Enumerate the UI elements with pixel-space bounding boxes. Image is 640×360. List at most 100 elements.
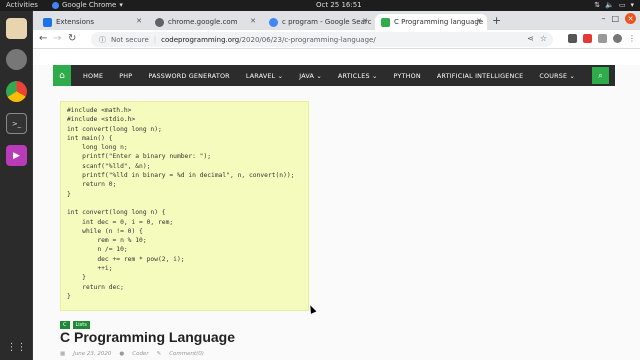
category-badge-lists[interactable]: Lists bbox=[72, 321, 90, 329]
url-text[interactable]: codeprogramming.org/2020/06/23/c-program… bbox=[161, 36, 376, 44]
reload-button[interactable]: ↻ bbox=[68, 33, 76, 44]
post-meta: ▦ June 23, 2020 ● Coder ✎ Comment(0) bbox=[60, 351, 204, 357]
clock[interactable]: Oct 25 16:51 bbox=[316, 1, 362, 9]
omnibox-actions: ⋖ ☆ bbox=[527, 34, 547, 43]
close-window-button[interactable]: ✕ bbox=[625, 13, 636, 24]
tab-label: Extensions bbox=[56, 18, 95, 26]
chrome-icon[interactable] bbox=[6, 81, 27, 102]
close-icon[interactable]: ✕ bbox=[136, 17, 142, 25]
address-bar[interactable]: ⓘ Not secure | codeprogramming.org/2020/… bbox=[91, 32, 553, 47]
close-icon[interactable]: ✕ bbox=[362, 17, 368, 25]
user-icon: ● bbox=[119, 351, 125, 357]
window-controls: – □ ✕ bbox=[601, 13, 636, 24]
chrome-small-icon bbox=[52, 1, 59, 9]
show-apps-icon[interactable]: ⋮⋮ bbox=[6, 337, 27, 358]
post-author[interactable]: Coder bbox=[132, 351, 148, 357]
dock: >_ ▶ ⋮⋮ bbox=[0, 11, 33, 360]
url-host: codeprogramming.org bbox=[161, 35, 240, 44]
code-line: int dec = 0, i = 0, rem; bbox=[67, 218, 174, 226]
app-name-label: Google Chrome bbox=[62, 1, 117, 9]
settings-icon[interactable] bbox=[6, 49, 27, 70]
code-line: printf("Enter a binary number: "); bbox=[67, 153, 212, 161]
forward-button[interactable]: → bbox=[53, 33, 61, 44]
menu-kebab-icon[interactable]: ⋮ bbox=[628, 34, 636, 43]
google-icon bbox=[269, 17, 278, 27]
site-icon bbox=[381, 17, 390, 27]
nav-password-generator[interactable]: PASSWORD GENERATOR bbox=[140, 72, 238, 80]
browser-toolbar: ← → ↻ ⓘ Not secure | codeprogramming.org… bbox=[33, 30, 640, 49]
calendar-icon: ▦ bbox=[60, 351, 66, 357]
files-icon[interactable] bbox=[6, 18, 27, 39]
code-line: while (n != 0) { bbox=[67, 227, 143, 235]
globe-icon bbox=[155, 17, 164, 27]
share-icon[interactable]: ⋖ bbox=[527, 34, 534, 43]
nav-items: HOME PHP PASSWORD GENERATOR LARAVEL ⌄ JA… bbox=[75, 72, 583, 80]
tab-c-programming[interactable]: C Programming language ✕ bbox=[375, 14, 487, 30]
category-badge-c[interactable]: C bbox=[60, 321, 70, 329]
bookmark-star-icon[interactable]: ☆ bbox=[540, 34, 547, 43]
code-line: ++i; bbox=[67, 265, 113, 273]
post-date[interactable]: June 23, 2020 bbox=[73, 351, 111, 357]
system-tray[interactable]: ⇅ 🔈 ▭ ▾ bbox=[594, 1, 634, 9]
minimize-button[interactable]: – bbox=[601, 14, 605, 23]
nav-java[interactable]: JAVA ⌄ bbox=[291, 72, 330, 80]
page-content: ⌂ HOME PHP PASSWORD GENERATOR LARAVEL ⌄ … bbox=[33, 49, 640, 360]
post-comments[interactable]: Comment(0) bbox=[169, 351, 204, 357]
code-line: dec += rem * pow(2, i); bbox=[67, 255, 185, 263]
code-line: } bbox=[67, 292, 71, 300]
puzzle-icon[interactable] bbox=[598, 34, 607, 43]
code-line: return dec; bbox=[67, 283, 124, 291]
code-line: #include <stdio.h> bbox=[67, 116, 136, 124]
tab-strip: Extensions ✕ chrome.google.com ✕ c progr… bbox=[33, 11, 640, 30]
tab-label: C Programming language bbox=[394, 18, 484, 26]
code-block: #include <math.h> #include <stdio.h> int c… bbox=[60, 101, 309, 311]
activities-button[interactable]: Activities bbox=[6, 1, 38, 9]
extension-icon[interactable] bbox=[583, 34, 592, 43]
home-icon[interactable]: ⌂ bbox=[53, 65, 71, 86]
nav-articles[interactable]: ARTICLES ⌄ bbox=[330, 72, 386, 80]
category-badges: C Lists bbox=[60, 321, 90, 329]
code-line: int main() { bbox=[67, 134, 113, 142]
system-top-bar: Activities Google Chrome ▾ Oct 25 16:51 … bbox=[0, 0, 640, 11]
extension-icon[interactable] bbox=[568, 34, 577, 43]
nav-home[interactable]: HOME bbox=[75, 72, 111, 80]
nav-laravel[interactable]: LARAVEL ⌄ bbox=[238, 72, 291, 80]
code-line: scanf("%lld", &n); bbox=[67, 162, 151, 170]
media-player-icon[interactable]: ▶ bbox=[6, 145, 27, 166]
terminal-icon[interactable]: >_ bbox=[6, 113, 27, 134]
search-icon[interactable]: ⌕ bbox=[592, 67, 609, 84]
code-line: int convert(long long n) { bbox=[67, 209, 166, 217]
back-button[interactable]: ← bbox=[39, 33, 47, 44]
puzzle-icon bbox=[43, 17, 52, 27]
close-icon[interactable]: ✕ bbox=[250, 17, 256, 25]
battery-icon: ▭ bbox=[618, 1, 626, 9]
maximize-button[interactable]: □ bbox=[611, 14, 619, 23]
profile-avatar[interactable] bbox=[613, 34, 622, 43]
code-line: } bbox=[67, 274, 86, 282]
code-line: return 0; bbox=[67, 181, 117, 189]
comment-icon: ✎ bbox=[156, 351, 162, 357]
nav-php[interactable]: PHP bbox=[111, 72, 140, 80]
close-icon[interactable]: ✕ bbox=[476, 17, 482, 25]
new-tab-button[interactable]: + bbox=[492, 14, 501, 27]
app-menu[interactable]: Google Chrome ▾ bbox=[52, 1, 123, 9]
nav-course[interactable]: COURSE ⌄ bbox=[531, 72, 583, 80]
mouse-cursor bbox=[307, 304, 317, 314]
code-line: int convert(long long n); bbox=[67, 125, 162, 133]
site-navigation: ⌂ HOME PHP PASSWORD GENERATOR LARAVEL ⌄ … bbox=[53, 65, 615, 86]
tab-extensions[interactable]: Extensions ✕ bbox=[37, 14, 147, 30]
chevron-down-icon: ▾ bbox=[630, 1, 634, 9]
volume-icon: 🔈 bbox=[605, 1, 614, 9]
info-icon[interactable]: ⓘ bbox=[99, 35, 106, 45]
code-line: } bbox=[67, 190, 71, 198]
tab-chrome-web-store[interactable]: chrome.google.com ✕ bbox=[149, 14, 261, 30]
extensions-bar: ⋮ bbox=[568, 34, 636, 43]
post-title[interactable]: C Programming Language bbox=[60, 329, 235, 345]
tab-label: c program - Google Searc bbox=[282, 18, 372, 26]
url-path: /2020/06/23/c-programming-language/ bbox=[239, 35, 376, 44]
nav-python[interactable]: PYTHON bbox=[386, 72, 429, 80]
tab-google-search[interactable]: c program - Google Searc ✕ bbox=[263, 14, 373, 30]
code-line: n /= 10; bbox=[67, 246, 128, 254]
nav-artificial-intelligence[interactable]: ARTIFICIAL INTELLIGENCE bbox=[429, 72, 532, 80]
